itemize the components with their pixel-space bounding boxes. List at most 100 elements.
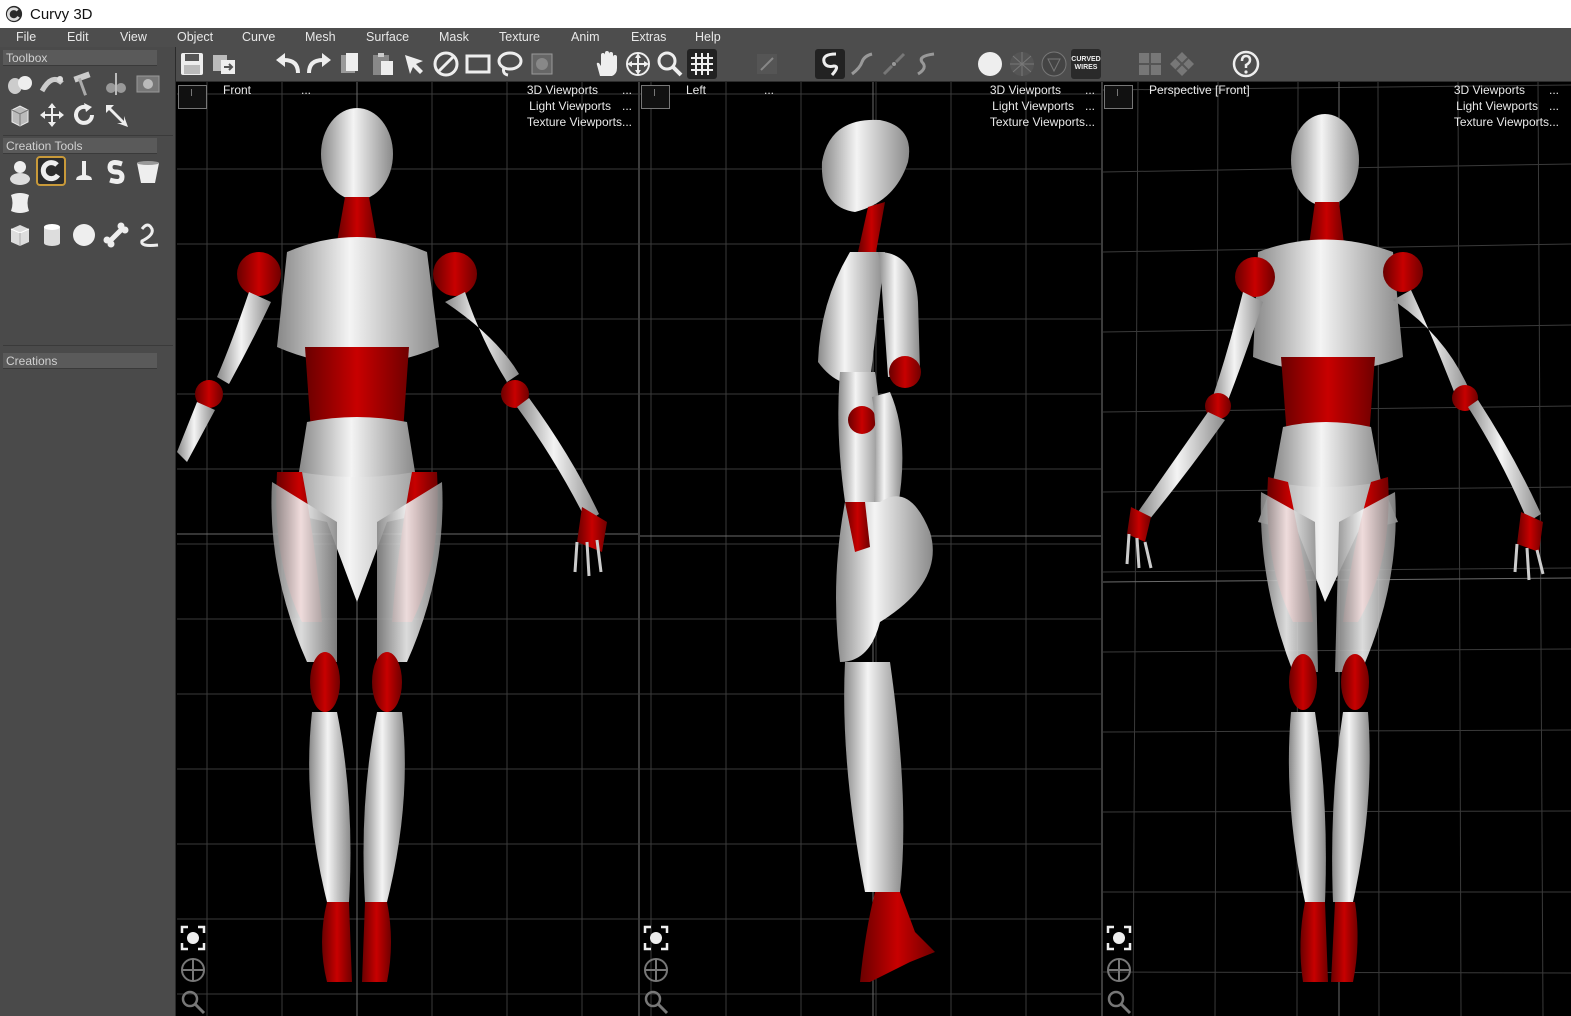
viewport-name[interactable]: Left <box>686 83 706 97</box>
cylinder-tool-icon[interactable] <box>37 220 67 250</box>
viewport-menu-3d[interactable]: 3D Viewports <box>990 83 1061 97</box>
bone-tool-icon[interactable] <box>101 220 131 250</box>
curve-sharp-icon[interactable] <box>879 49 909 79</box>
copy-icon[interactable] <box>335 49 365 79</box>
hammer-icon[interactable] <box>69 69 99 99</box>
extrude-tool-icon[interactable] <box>69 157 99 187</box>
rect-select-icon[interactable] <box>463 49 493 79</box>
menu-help[interactable]: Help <box>695 30 721 44</box>
deselect-icon[interactable] <box>431 49 461 79</box>
move-icon[interactable] <box>37 100 67 130</box>
creations-header[interactable]: Creations <box>3 353 157 369</box>
save-icon[interactable] <box>177 49 207 79</box>
viewport-menu-texture[interactable]: Texture Viewports... <box>527 115 632 129</box>
redo-icon[interactable] <box>304 49 334 79</box>
menu-anim[interactable]: Anim <box>571 30 599 44</box>
paste-icon[interactable] <box>368 49 398 79</box>
menu-object[interactable]: Object <box>177 30 213 44</box>
menu-view[interactable]: View <box>120 30 147 44</box>
menu-extras[interactable]: Extras <box>631 30 666 44</box>
viewport-move-icon[interactable] <box>642 956 670 984</box>
viewport-menu-3d-dots[interactable]: ... <box>1549 83 1559 97</box>
blob-tool-icon[interactable] <box>5 157 35 187</box>
viewport-menu-3d-dots[interactable]: ... <box>1085 83 1095 97</box>
zoom-icon[interactable] <box>655 49 685 79</box>
save-as-icon[interactable] <box>209 49 239 79</box>
help-icon[interactable] <box>1231 49 1261 79</box>
viewport-menu-3d[interactable]: 3D Viewports <box>527 83 598 97</box>
viewport-zoom-icon[interactable] <box>179 988 207 1016</box>
curve-draw-icon[interactable] <box>815 49 845 79</box>
menu-surface[interactable]: Surface <box>366 30 409 44</box>
menu-texture[interactable]: Texture <box>499 30 540 44</box>
menu-mask[interactable]: Mask <box>439 30 469 44</box>
viewport-toggle-box[interactable] <box>641 85 670 109</box>
viewport-zoom-icon[interactable] <box>1105 988 1133 1016</box>
viewport-menu-light-dots[interactable]: ... <box>1085 99 1095 113</box>
pan-hand-icon[interactable] <box>591 49 621 79</box>
viewport-toggle-box[interactable] <box>1104 85 1133 109</box>
menu-edit[interactable]: Edit <box>67 30 89 44</box>
viewport-zoom-icon[interactable] <box>642 988 670 1016</box>
wireframe-mode-icon[interactable] <box>1007 49 1037 79</box>
shaded-wire-mode-icon[interactable] <box>1039 49 1069 79</box>
viewport-focus-icon[interactable] <box>642 924 670 952</box>
pipe-tool-icon[interactable] <box>133 220 163 250</box>
viewport-name[interactable]: Front <box>223 83 251 97</box>
curve-smooth-icon[interactable] <box>847 49 877 79</box>
curve-reshape-icon[interactable] <box>911 49 941 79</box>
cup-tool-icon[interactable] <box>133 157 163 187</box>
viewport-menu-light[interactable]: Light Viewports <box>1456 99 1538 113</box>
viewport-toggle-box[interactable] <box>178 85 207 109</box>
viewport-name[interactable]: Perspective [Front] <box>1149 83 1250 97</box>
select-arrow-icon[interactable] <box>399 49 429 79</box>
robot-model-front <box>177 108 607 982</box>
mask-select-icon[interactable] <box>527 49 557 79</box>
undo-icon[interactable] <box>273 49 303 79</box>
shaded-mode-icon[interactable] <box>975 49 1005 79</box>
viewport-front[interactable]: Front ... 3D Viewports ... Light Viewpor… <box>177 82 638 1016</box>
viewport-focus-icon[interactable] <box>1105 924 1133 952</box>
lasso-select-icon[interactable] <box>495 49 525 79</box>
viewport-move-icon[interactable] <box>1105 956 1133 984</box>
rotate-icon[interactable] <box>69 100 99 130</box>
viewport-name-dots[interactable]: ... <box>764 83 774 97</box>
spring-tool-icon[interactable] <box>101 157 131 187</box>
viewport-focus-icon[interactable] <box>179 924 207 952</box>
title-bar: Curvy 3D <box>0 0 1571 28</box>
render-icon[interactable] <box>133 69 163 99</box>
viewport-menu-light-dots[interactable]: ... <box>1549 99 1559 113</box>
curve-tool-icon[interactable] <box>36 156 66 186</box>
lathe-icon[interactable] <box>37 69 67 99</box>
viewport-move-icon[interactable] <box>179 956 207 984</box>
viewport-menu-light-dots[interactable]: ... <box>622 99 632 113</box>
cube-tool-icon[interactable] <box>5 220 35 250</box>
scale-icon[interactable] <box>101 100 131 130</box>
viewport-left[interactable]: Left ... 3D Viewports ... Light Viewport… <box>640 82 1101 1016</box>
cut-icon[interactable] <box>101 69 131 99</box>
orbit-move-icon[interactable] <box>623 49 653 79</box>
robot-model-side <box>818 119 935 982</box>
edit-curve-icon[interactable] <box>752 49 782 79</box>
curved-wires-toggle[interactable]: CURVED WIRES <box>1071 49 1101 79</box>
menu-curve[interactable]: Curve <box>242 30 275 44</box>
cube-view-icon[interactable] <box>5 100 35 130</box>
viewport-menu-texture[interactable]: Texture Viewports... <box>990 115 1095 129</box>
viewport-menu-3d[interactable]: 3D Viewports <box>1454 83 1525 97</box>
merge-objects-icon[interactable] <box>5 69 35 99</box>
viewport-menu-3d-dots[interactable]: ... <box>622 83 632 97</box>
menu-file[interactable]: File <box>16 30 36 44</box>
cloth-tool-icon[interactable] <box>5 188 35 218</box>
grid-toggle-icon[interactable] <box>687 49 717 79</box>
sphere-tool-icon[interactable] <box>69 220 99 250</box>
viewport-menu-texture[interactable]: Texture Viewports... <box>1454 115 1559 129</box>
viewport-perspective[interactable]: Perspective [Front] 3D Viewports ... Lig… <box>1103 82 1571 1016</box>
viewport-menu-light[interactable]: Light Viewports <box>992 99 1074 113</box>
viewport-menu-light[interactable]: Light Viewports <box>529 99 611 113</box>
creation-tools-header[interactable]: Creation Tools <box>3 138 157 154</box>
menu-mesh[interactable]: Mesh <box>305 30 336 44</box>
toolbox-header[interactable]: Toolbox <box>3 50 157 66</box>
multi-view-icon[interactable] <box>1167 49 1197 79</box>
viewport-name-dots[interactable]: ... <box>301 83 311 97</box>
single-view-icon[interactable] <box>1135 49 1165 79</box>
